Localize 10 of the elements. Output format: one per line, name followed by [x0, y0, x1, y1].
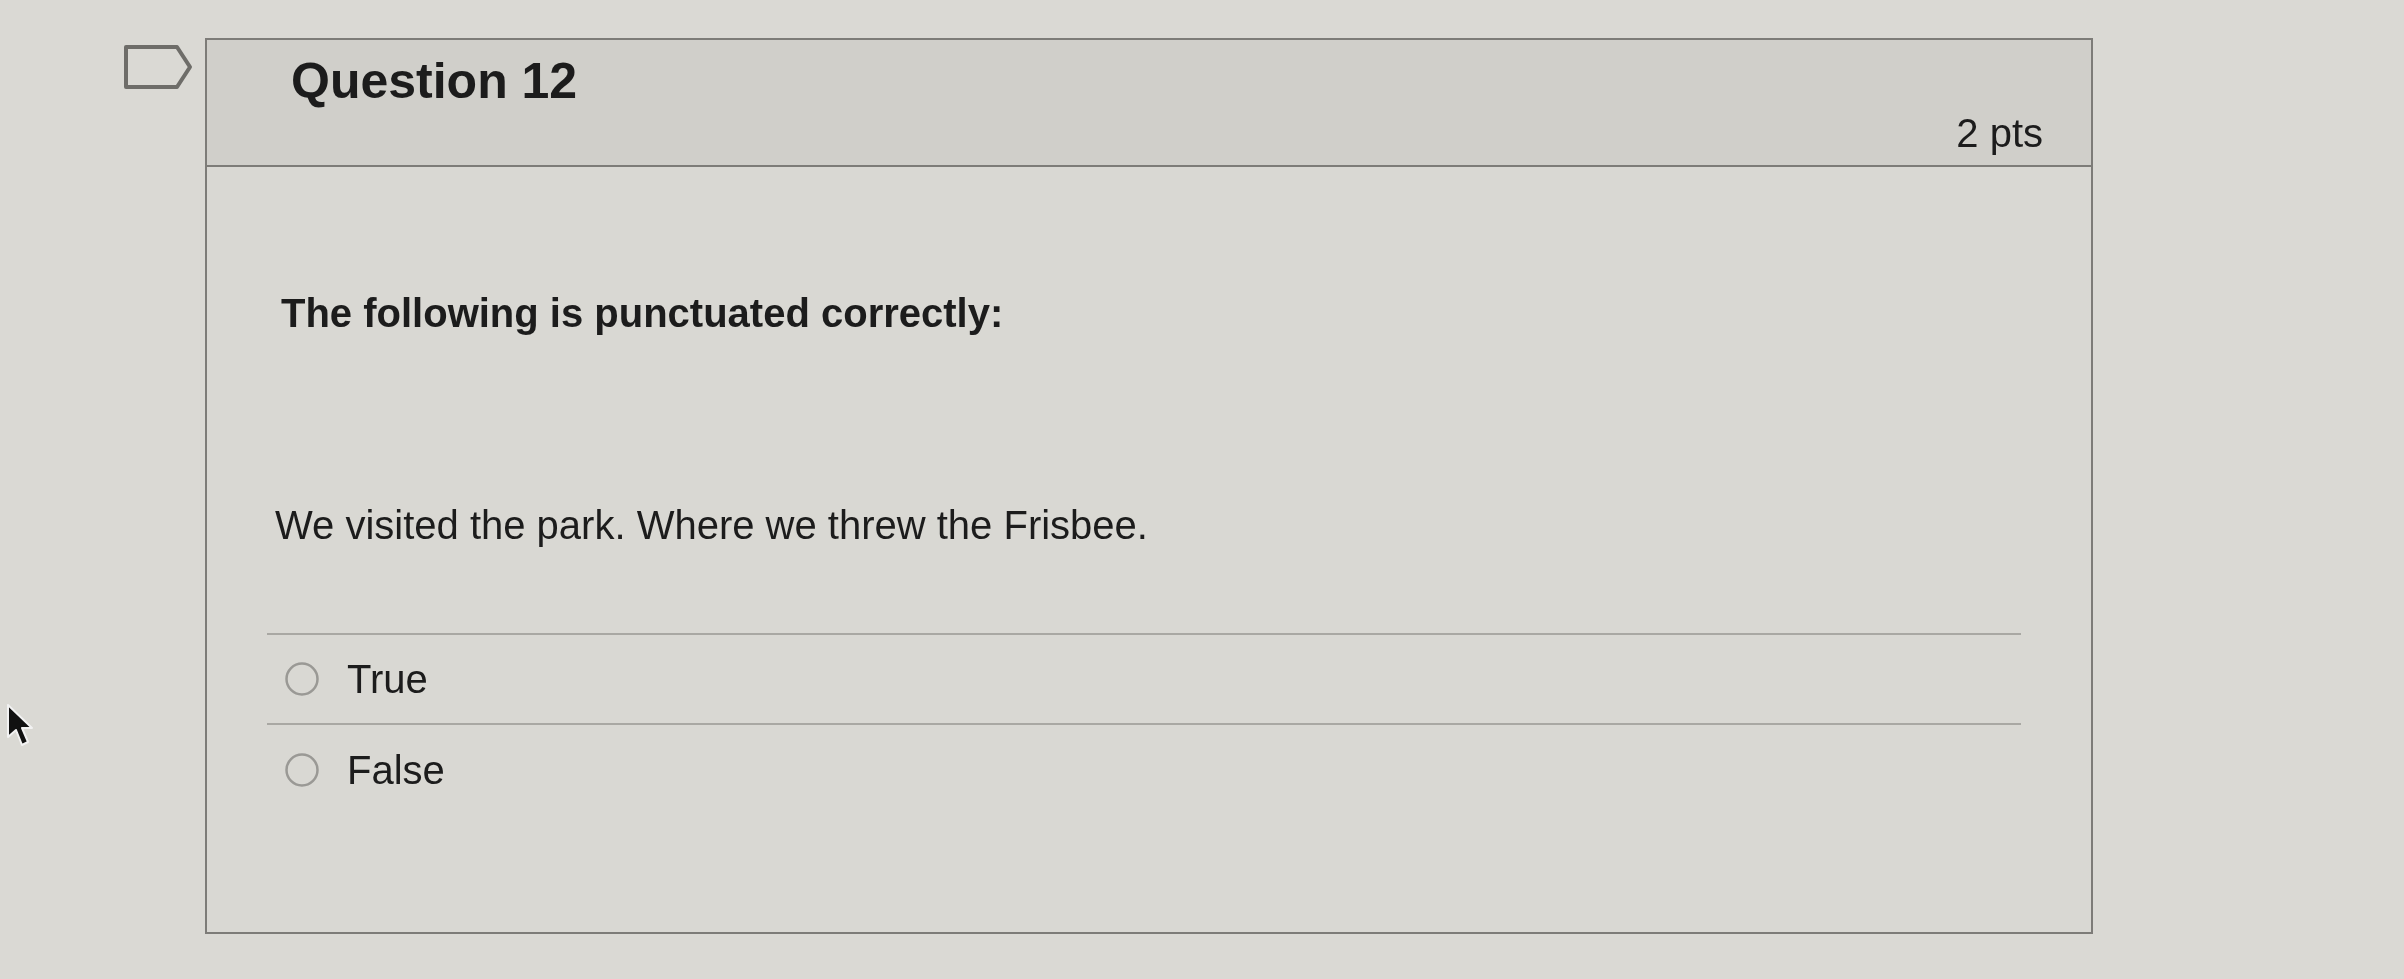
flag-icon[interactable]	[123, 44, 193, 90]
question-sentence: We visited the park. Where we threw the Frisbee.	[275, 502, 1149, 549]
answer-option[interactable]: False	[267, 725, 2021, 815]
radio-button[interactable]	[285, 662, 319, 696]
radio-button[interactable]	[285, 753, 319, 787]
answer-option[interactable]: True	[267, 635, 2021, 725]
question-title: Question 12	[291, 54, 578, 109]
question-prompt: The following is punctuated correctly:	[281, 290, 1005, 337]
cursor-icon	[6, 703, 34, 749]
points-label: 2 pts	[1956, 111, 2043, 155]
